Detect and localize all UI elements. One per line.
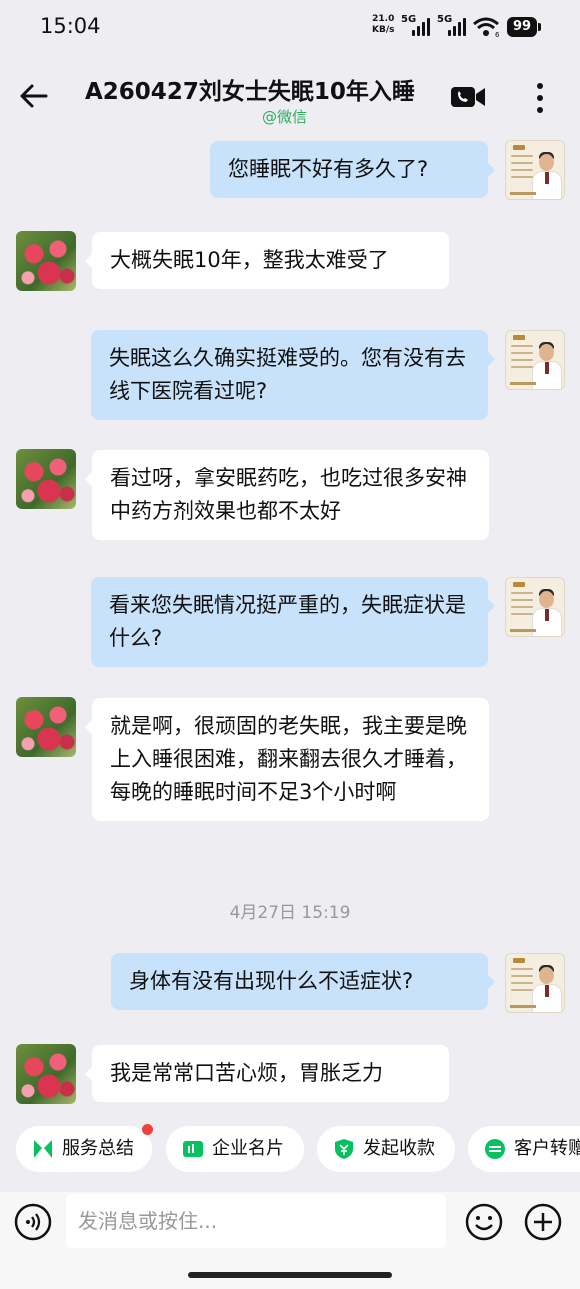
signal-icon bbox=[412, 18, 432, 36]
battery-icon: 99 bbox=[507, 17, 541, 37]
input-bar: 发消息或按住... bbox=[0, 1192, 580, 1289]
doctor-avatar[interactable] bbox=[505, 330, 565, 390]
chat-header: A260427刘女士失眠10年入睡 @微信 bbox=[0, 56, 580, 136]
chat-subtitle: @微信 bbox=[262, 108, 308, 126]
emoji-icon[interactable] bbox=[465, 1203, 503, 1241]
business-card-button[interactable]: 企业名片 bbox=[166, 1126, 304, 1172]
outgoing-message[interactable]: 身体有没有出现什么不适症状? bbox=[111, 953, 495, 1010]
incoming-message[interactable]: 我是常常口苦心烦，胃胀乏力 bbox=[85, 1045, 449, 1102]
doctor-avatar[interactable] bbox=[505, 953, 565, 1013]
notification-dot bbox=[142, 1124, 153, 1135]
arrow-left-icon[interactable] bbox=[18, 80, 50, 112]
outgoing-message[interactable]: 您睡眠不好有多久了? bbox=[210, 141, 495, 198]
card-icon bbox=[183, 1141, 203, 1157]
more-vertical-icon[interactable] bbox=[530, 80, 550, 116]
status-time: 15:04 bbox=[40, 14, 101, 38]
service-summary-label: 服务总结 bbox=[62, 1138, 134, 1159]
chat-timestamp: 4月27日 15:19 bbox=[229, 903, 351, 923]
chat-title: A260427刘女士失眠10年入睡 bbox=[85, 79, 415, 105]
incoming-message[interactable]: 就是啊，很顽固的老失眠，我主要是晚上入睡很困难，翻来翻去很久才睡着，每晚的睡眠时… bbox=[85, 698, 489, 821]
quick-actions-bar: 服务总结 企业名片 发起收款 客户转赠 bbox=[0, 1110, 580, 1192]
collect-payment-button[interactable]: 发起收款 bbox=[317, 1126, 455, 1172]
outgoing-message[interactable]: 失眠这么久确实挺难受的。您有没有去线下医院看过呢? bbox=[91, 330, 495, 420]
transfer-icon bbox=[485, 1139, 505, 1159]
incoming-message[interactable]: 看过呀，拿安眠药吃，也吃过很多安神中药方剂效果也都不太好 bbox=[85, 450, 489, 540]
collect-payment-label: 发起收款 bbox=[363, 1138, 435, 1159]
yen-shield-icon bbox=[335, 1139, 353, 1159]
incoming-message[interactable]: 大概失眠10年，整我太难受了 bbox=[85, 232, 449, 289]
wifi-icon: 6 bbox=[473, 17, 500, 38]
customer-avatar[interactable] bbox=[16, 697, 76, 757]
message-input[interactable]: 发消息或按住... bbox=[66, 1194, 446, 1248]
business-card-label: 企业名片 bbox=[212, 1138, 284, 1159]
signal-icon-2 bbox=[448, 18, 468, 36]
status-bar: 15:04 21.0 KB/s 5G 5G 6 99 bbox=[0, 0, 580, 56]
transfer-customer-label: 客户转赠 bbox=[514, 1138, 580, 1159]
customer-avatar[interactable] bbox=[16, 1044, 76, 1104]
doctor-avatar[interactable] bbox=[505, 140, 565, 200]
net-speed-value: 21.0 bbox=[372, 14, 395, 24]
plus-icon[interactable] bbox=[524, 1203, 562, 1241]
voice-input-icon[interactable] bbox=[14, 1203, 52, 1241]
wifi-badge: 6 bbox=[495, 31, 500, 38]
doctor-avatar[interactable] bbox=[505, 577, 565, 637]
network-speed: 21.0 KB/s bbox=[372, 14, 394, 36]
video-call-icon[interactable] bbox=[450, 84, 486, 110]
customer-avatar[interactable] bbox=[16, 231, 76, 291]
transfer-customer-button[interactable]: 客户转赠 bbox=[468, 1126, 580, 1172]
bookmark-icon bbox=[34, 1140, 52, 1158]
customer-avatar[interactable] bbox=[16, 449, 76, 509]
service-summary-button[interactable]: 服务总结 bbox=[16, 1124, 153, 1172]
net-speed-unit: KB/s bbox=[372, 25, 395, 35]
home-indicator[interactable] bbox=[188, 1272, 392, 1278]
outgoing-message[interactable]: 看来您失眠情况挺严重的，失眠症状是什么? bbox=[91, 577, 495, 667]
